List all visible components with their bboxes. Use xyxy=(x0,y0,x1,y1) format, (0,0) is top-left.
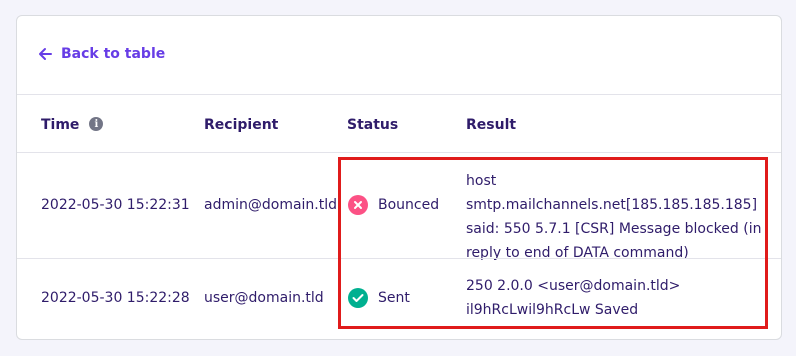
status-badge: Bounced xyxy=(348,193,439,217)
row-divider xyxy=(17,258,781,259)
close-circle-icon xyxy=(348,195,368,215)
email-log-card: Back to table Time i Recipient Status Re… xyxy=(16,15,782,340)
header-divider xyxy=(17,94,781,95)
column-header-result: Result xyxy=(466,117,517,133)
column-header-recipient: Recipient xyxy=(204,117,279,133)
row-time: 2022-05-30 15:22:28 xyxy=(41,290,190,306)
row-time: 2022-05-30 15:22:31 xyxy=(41,197,190,213)
arrow-left-icon xyxy=(37,46,53,62)
row-recipient: admin@domain.tld xyxy=(204,197,338,213)
row-divider xyxy=(17,152,781,153)
row-recipient: user@domain.tld xyxy=(204,290,324,306)
row-result: host smtp.mailchannels.net[185.185.185.1… xyxy=(466,173,762,261)
info-icon[interactable]: i xyxy=(89,117,104,131)
row-result: 250 2.0.0 <user@domain.tld> il9hRcLwil9h… xyxy=(466,278,681,318)
column-header-status: Status xyxy=(347,117,399,133)
back-link-label: Back to table xyxy=(61,46,166,62)
status-badge: Sent xyxy=(348,286,410,310)
check-circle-icon xyxy=(348,288,368,308)
column-header-time: Time i xyxy=(41,117,104,133)
back-to-table-link[interactable]: Back to table xyxy=(37,46,165,62)
